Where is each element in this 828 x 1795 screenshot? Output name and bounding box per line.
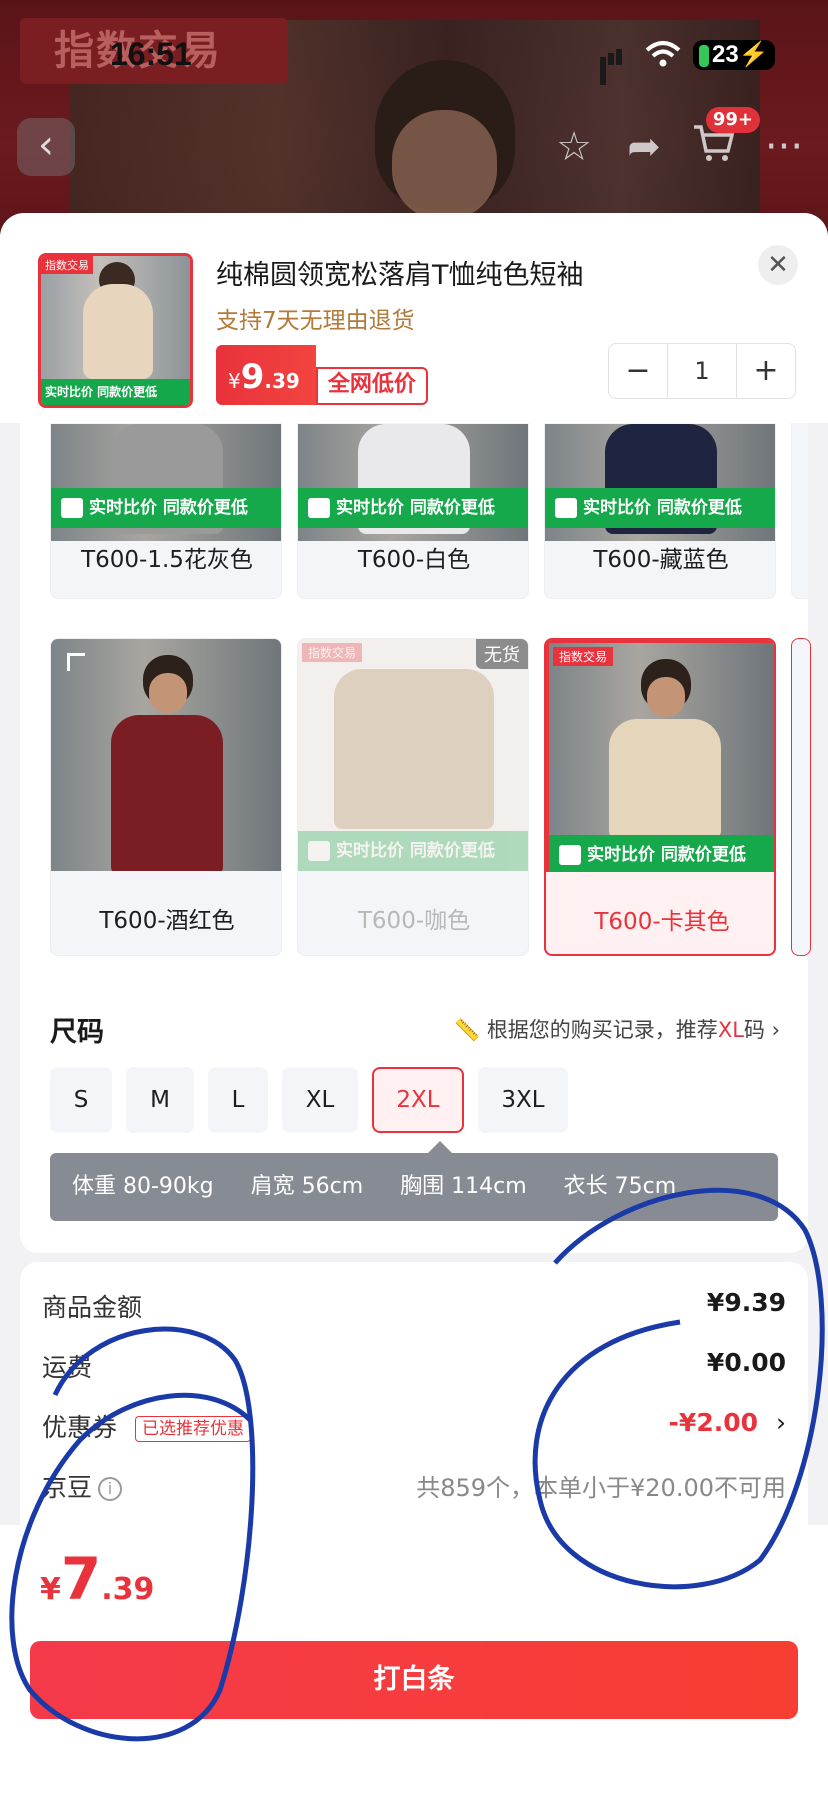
coupon-chip: 已选推荐优惠 [134, 1416, 251, 1442]
beans-row: 京豆 i 共859个，本单小于¥20.00不可用 [42, 1468, 786, 1504]
color-option-partial[interactable] [791, 638, 811, 956]
decrease-button[interactable]: − [609, 344, 667, 398]
size-option-2xl[interactable]: 2XL [372, 1067, 464, 1133]
price-compare-strip: 实时比价 同款价更低 [336, 498, 495, 518]
color-option[interactable]: 实时比价 同款价更低 指数交易 无货 T600-咖色 [297, 638, 529, 956]
size-recommendation[interactable]: 📏 根据您的购买记录，推荐XL码 › [454, 1014, 780, 1044]
color-option[interactable]: T600-酒红色 [50, 638, 282, 956]
cart-badge: 99+ [705, 107, 760, 133]
goods-amount-label: 商品金额 [42, 1293, 143, 1322]
brand-tag: 指数交易 [302, 643, 363, 662]
size-panel: 尺码 📏 根据您的购买记录，推荐XL码 › S M L XL 2XL 3XL 体… [20, 960, 808, 1240]
out-of-stock-badge: 无货 [476, 639, 528, 669]
shipping-value: ¥0.00 [706, 1348, 786, 1377]
measure-shoulder: 肩宽 56cm [250, 1174, 364, 1199]
ruler-icon: 📏 [453, 1018, 481, 1042]
cart-icon[interactable]: 99+ [690, 107, 760, 171]
price-compare-strip: 实时比价 同款价更低 [583, 498, 742, 518]
status-time: 16:51 [110, 36, 192, 72]
favorite-star-icon[interactable]: ☆ [550, 123, 598, 171]
color-option[interactable]: 实时比价 同款价更低 T600-藏蓝色 [544, 423, 776, 599]
price-compare-strip: 实时比价 同款价更低 [89, 498, 248, 518]
quantity-value[interactable]: 1 [667, 344, 737, 398]
back-button[interactable]: ‹ [17, 118, 75, 176]
chevron-right-icon: › [776, 1408, 786, 1437]
goods-amount-value: ¥9.39 [706, 1288, 786, 1317]
total-price: ¥7.39 [40, 1545, 155, 1613]
info-icon[interactable]: i [98, 1477, 123, 1501]
checkout-bar: ¥7.39 打白条 [0, 1525, 828, 1795]
size-options: S M L XL 2XL 3XL [50, 1067, 568, 1133]
measure-chest: 胸围 114cm [400, 1174, 527, 1199]
quantity-stepper: − 1 + [608, 343, 796, 399]
wifi-icon [645, 40, 681, 68]
sheet-header: 指数交易 实时比价 同款价更低 纯棉圆领宽松落肩T恤纯色短袖 支持7天无理由退货… [0, 213, 828, 423]
size-title: 尺码 [50, 1017, 104, 1048]
product-title: 纯棉圆领宽松落肩T恤纯色短袖 [216, 260, 584, 291]
hint-size: XL [717, 1018, 744, 1042]
coupon-row[interactable]: 优惠券 已选推荐优惠 -¥2.00 › [42, 1408, 786, 1444]
color-option[interactable]: 实时比价 同款价更低 T600-白色 [297, 423, 529, 599]
price-compare-strip: 实时比价 同款价更低 [336, 841, 495, 861]
size-option-3xl[interactable]: 3XL [478, 1067, 568, 1133]
battery-indicator: 23⚡ [693, 40, 775, 70]
size-option-xl[interactable]: XL [282, 1067, 358, 1133]
pay-button[interactable]: 打白条 [30, 1641, 798, 1719]
model-face [392, 110, 497, 220]
price-tag: ¥9.39 全网低价 [216, 345, 428, 405]
color-label: T600-白色 [357, 547, 471, 573]
chevron-right-icon: › [771, 1018, 780, 1042]
goods-amount-row: 商品金额 ¥9.39 [42, 1288, 786, 1324]
hint-suffix: 码 [743, 1018, 765, 1042]
coupon-label: 优惠券 [42, 1413, 118, 1442]
order-summary: 商品金额 ¥9.39 运费 ¥0.00 优惠券 已选推荐优惠 -¥2.00 › … [20, 1262, 808, 1542]
measure-weight: 体重 80-90kg [72, 1174, 214, 1199]
size-option-s[interactable]: S [50, 1067, 112, 1133]
hint-text: 根据您的购买记录，推荐 [486, 1018, 718, 1042]
thumb-brand-tag: 指数交易 [41, 256, 93, 274]
share-icon[interactable]: ➦ [620, 123, 668, 171]
expand-icon[interactable] [67, 653, 85, 671]
measure-length: 衣长 75cm [563, 1174, 677, 1199]
top-nav-icons: ☆ ➦ 99+ ··· [550, 107, 808, 176]
color-option[interactable]: 实时比价 同款价更低 T600-1.5花灰色 [50, 423, 282, 599]
color-label: T600-卡其色 [594, 909, 730, 935]
low-price-badge: 全网低价 [315, 367, 428, 405]
color-label: T600-藏蓝色 [593, 547, 729, 573]
thumb-price-strip: 实时比价 同款价更低 [41, 379, 190, 405]
color-label: T600-咖色 [357, 908, 471, 934]
color-label: T600-1.5花灰色 [81, 547, 253, 573]
product-thumbnail[interactable]: 指数交易 实时比价 同款价更低 [38, 253, 193, 408]
coupon-value: -¥2.00 [668, 1408, 758, 1437]
price-value: ¥9.39 [216, 345, 316, 405]
color-option-selected[interactable]: 实时比价 同款价更低 指数交易 T600-卡其色 [544, 638, 776, 956]
color-option-partial[interactable] [791, 423, 808, 599]
more-icon[interactable]: ··· [760, 123, 808, 171]
brand-tag: 指数交易 [553, 647, 614, 666]
return-policy: 支持7天无理由退货 [216, 308, 415, 334]
price-compare-strip: 实时比价 同款价更低 [587, 845, 746, 865]
beans-label: 京豆 [42, 1473, 93, 1502]
size-option-l[interactable]: L [208, 1067, 268, 1133]
increase-button[interactable]: + [737, 344, 795, 398]
shipping-label: 运费 [42, 1353, 93, 1382]
signal-icon [600, 46, 630, 85]
size-option-m[interactable]: M [126, 1067, 194, 1133]
beans-value: 共859个，本单小于¥20.00不可用 [416, 1474, 786, 1502]
close-icon[interactable]: ✕ [758, 245, 798, 285]
shipping-row: 运费 ¥0.00 [42, 1348, 786, 1384]
size-measurements[interactable]: 体重 80-90kg 肩宽 56cm 胸围 114cm 衣长 75cm [50, 1153, 778, 1221]
color-label: T600-酒红色 [99, 908, 235, 934]
